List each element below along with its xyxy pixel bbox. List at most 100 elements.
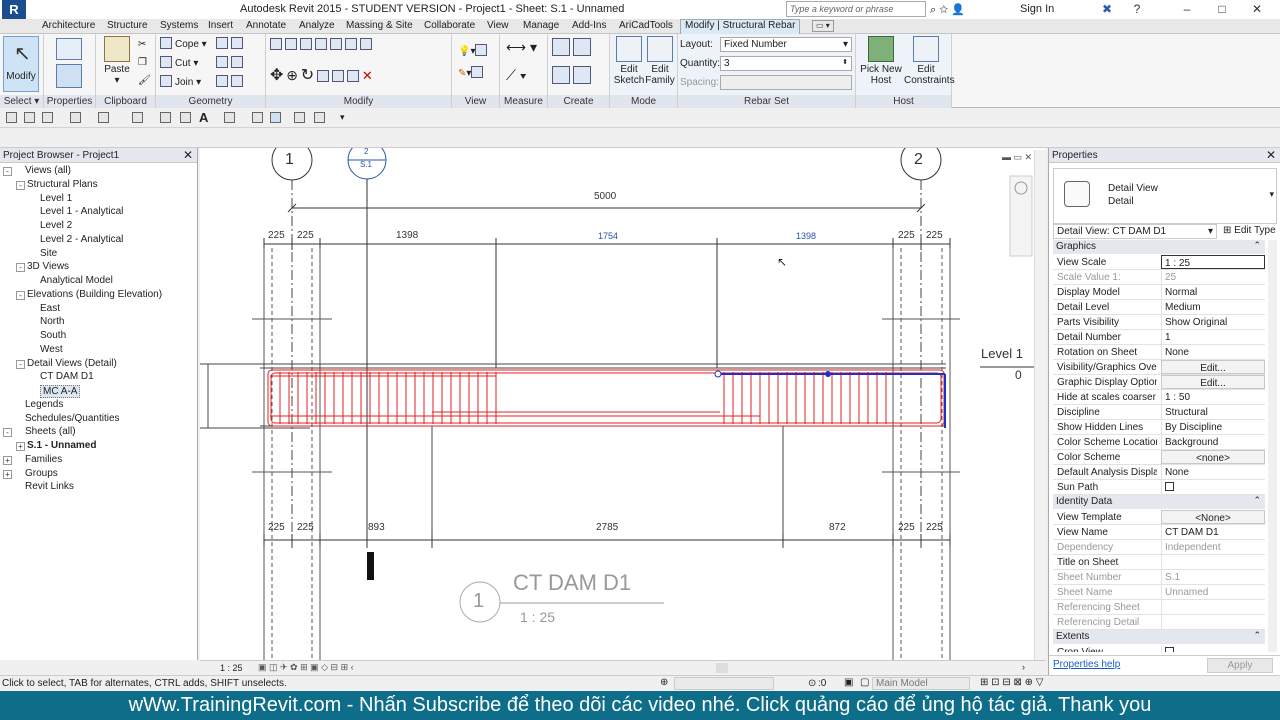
type-selector[interactable]: Detail View Detail ▾	[1053, 168, 1277, 224]
quantity-stepper[interactable]: 3 ⬍	[720, 56, 852, 71]
tree-expander[interactable]: -	[3, 428, 12, 438]
bottom-dim-6[interactable]: 225	[898, 522, 915, 533]
open-icon[interactable]	[6, 112, 17, 123]
geometry-tools-row1[interactable]	[216, 37, 246, 51]
tree-item[interactable]: East	[40, 303, 60, 314]
horizontal-scroll-thumb[interactable]	[716, 663, 728, 673]
tree-expander[interactable]: -	[3, 167, 12, 176]
properties-scrollbar[interactable]	[1268, 240, 1277, 652]
align-tools-row[interactable]	[270, 38, 375, 52]
view-control-icons[interactable]: ▣ ◫ ✈ ✿ ⊞ ▣ ◇ ⊟ ⊞ ‹	[258, 662, 354, 673]
geometry-tools-row2[interactable]	[216, 56, 246, 70]
property-value[interactable]: CT DAM D1	[1161, 525, 1265, 539]
main-model-dropdown[interactable]: Main Model	[872, 677, 970, 690]
cope-button[interactable]: Cope ▾	[160, 37, 207, 51]
help-icon[interactable]: ?	[1125, 1, 1149, 17]
collapse-icon[interactable]: ⌃	[1253, 495, 1261, 506]
tab-annotate[interactable]: Annotate	[246, 20, 286, 31]
cut-scissors-icon[interactable]: ✂	[138, 38, 146, 52]
canvas-vertical-scrollbar[interactable]	[1034, 150, 1046, 660]
tree-item[interactable]: Level 1	[40, 193, 72, 204]
tree-expander[interactable]: -	[16, 263, 25, 273]
create-tools-row2[interactable]	[552, 66, 594, 84]
property-value[interactable]: Structural	[1161, 405, 1265, 419]
property-edit-button[interactable]: Edit...	[1161, 375, 1265, 389]
dimension-qat-icon[interactable]	[160, 112, 171, 123]
tab-modify-structural-rebar[interactable]: Modify | Structural Rebar	[680, 19, 801, 34]
tree-expander[interactable]: +	[3, 455, 12, 465]
sync-icon[interactable]	[42, 112, 53, 123]
tree-item[interactable]: Views (all)	[25, 165, 71, 176]
top-dim-6[interactable]: 225	[898, 230, 915, 241]
qat-customize-icon[interactable]: ▾	[340, 112, 345, 123]
grid-label-2[interactable]: 2	[914, 151, 923, 169]
property-value[interactable]: 1 : 25	[1161, 255, 1265, 269]
editing-requests-icon[interactable]: ⊙	[808, 678, 816, 689]
worksets-icon[interactable]: ⊕	[660, 677, 668, 688]
maximize-button[interactable]: □	[1210, 1, 1234, 17]
property-value[interactable]: Normal	[1161, 285, 1265, 299]
drawing-canvas[interactable]: 1 2 2 S.1 5000 225 225 1398 1754 1398 22…	[200, 148, 1046, 660]
top-dim-7[interactable]: 225	[926, 230, 943, 241]
bottom-dim-3[interactable]: 893	[368, 522, 385, 533]
edit-sketch-button[interactable]: Edit Sketch	[612, 36, 646, 86]
exchange-icon[interactable]: ✖	[1095, 1, 1119, 17]
tree-item[interactable]: Level 1 - Analytical	[40, 206, 123, 217]
view-window-controls[interactable]: ▬ ▭ ✕	[1002, 152, 1032, 163]
pick-new-host-button[interactable]: Pick New Host	[860, 36, 902, 86]
selection-filter-icons[interactable]: ⊞ ⊡ ⊟ ⊠ ⊕ ▽	[980, 677, 1043, 688]
collapse-icon[interactable]: ⌃	[1253, 630, 1261, 641]
tab-view[interactable]: View	[487, 20, 509, 31]
tab-architecture[interactable]: Architecture	[42, 20, 95, 31]
design-options-icon[interactable]: ▣	[844, 677, 853, 688]
group-identity[interactable]: Identity Data ⌃	[1053, 495, 1265, 509]
section-icon[interactable]	[252, 112, 263, 123]
measure-icon[interactable]: ⟷ ▾	[506, 40, 537, 54]
overall-dimension[interactable]: 5000	[594, 191, 616, 202]
top-dim-2[interactable]: 225	[297, 230, 314, 241]
tree-expander[interactable]: -	[16, 290, 25, 300]
tab-collaborate[interactable]: Collaborate	[424, 20, 475, 31]
tree-item[interactable]: South	[40, 330, 66, 341]
close-icon[interactable]: ✕	[1266, 148, 1276, 162]
copy-icon[interactable]: ❐	[138, 56, 147, 70]
tree-expander[interactable]: +	[3, 469, 12, 479]
top-dim-1[interactable]: 225	[268, 230, 285, 241]
view-tools-row1[interactable]: 💡▾	[458, 44, 490, 58]
exclude-options-icon[interactable]: ▢	[860, 677, 869, 688]
apply-button[interactable]: Apply	[1207, 658, 1273, 673]
tree-item[interactable]: Level 2 - Analytical	[40, 234, 123, 245]
search-input[interactable]: Type a keyword or phrase	[786, 1, 926, 17]
property-value[interactable]	[1161, 480, 1265, 494]
tree-expander[interactable]: +	[16, 442, 25, 451]
bottom-dim-4[interactable]: 2785	[596, 522, 618, 533]
level-name[interactable]: Level 1	[981, 346, 1023, 361]
tree-item[interactable]: Level 2	[40, 220, 72, 231]
close-icon[interactable]: ✕	[183, 148, 193, 162]
paste-button[interactable]: Paste ▾	[100, 36, 134, 86]
tree-item[interactable]: West	[40, 344, 63, 355]
dimension-icon[interactable]: ⟋ ▾	[506, 68, 527, 82]
edit-constraints-button[interactable]: Edit Constraints	[904, 36, 955, 86]
group-extents[interactable]: Extents ⌃	[1053, 630, 1265, 644]
tree-item[interactable]: North	[40, 316, 64, 327]
close-window-button[interactable]: ✕	[1245, 1, 1269, 17]
close-hidden-icon[interactable]	[294, 112, 305, 123]
top-dim-5[interactable]: 1398	[796, 231, 816, 241]
property-edit-button[interactable]: Edit...	[1161, 360, 1265, 374]
modify-button[interactable]: ↖ Modify	[3, 36, 39, 92]
match-properties-icon[interactable]: 🖌	[138, 74, 151, 88]
save-icon[interactable]	[24, 112, 35, 123]
move-rotate-tools-row[interactable]: ✥ ⊕ ↻ ✕	[270, 68, 373, 84]
bottom-dim-1[interactable]: 225	[268, 522, 285, 533]
view-scale-control[interactable]: 1 : 25	[220, 663, 243, 673]
top-dim-3[interactable]: 1398	[396, 230, 418, 241]
properties-icon[interactable]	[56, 38, 82, 60]
scroll-right-icon[interactable]: ›	[1022, 662, 1025, 672]
create-tools-row1[interactable]	[552, 38, 594, 56]
level-elevation[interactable]: 0	[1015, 368, 1022, 382]
tab-massing-site[interactable]: Massing & Site	[346, 20, 413, 31]
view-title-name[interactable]: CT DAM D1	[513, 570, 631, 596]
tree-item[interactable]: Site	[40, 248, 57, 259]
property-value[interactable]: Show Original	[1161, 315, 1265, 329]
